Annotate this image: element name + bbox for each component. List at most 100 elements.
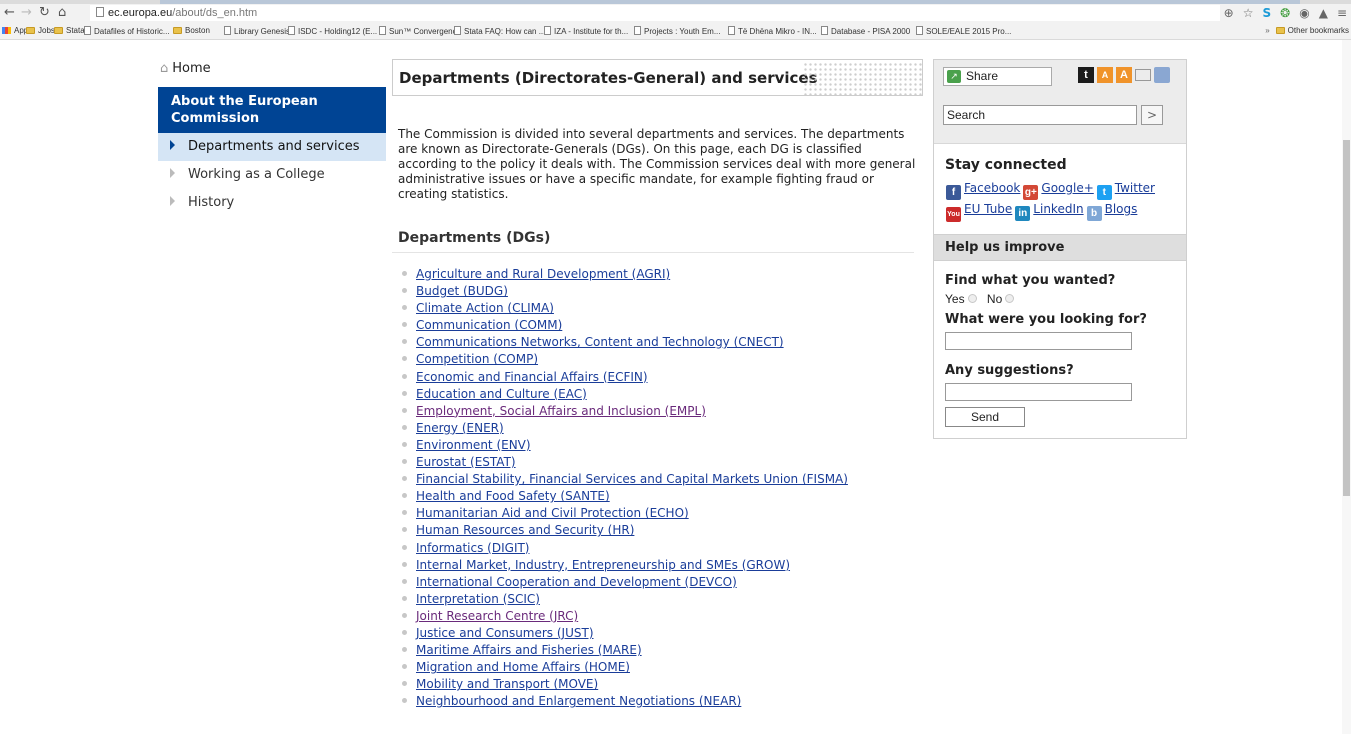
looking-for-field[interactable]	[945, 332, 1132, 350]
google-plus-icon[interactable]: g+	[1023, 185, 1039, 200]
bookmark-item[interactable]: Datafiles of Historic...	[84, 26, 170, 37]
decrease-font-icon[interactable]: A	[1097, 67, 1113, 83]
scrollbar[interactable]	[1342, 40, 1351, 734]
bookmark-item[interactable]: SOLE/EALE 2015 Pro...	[916, 26, 1011, 37]
list-item: Informatics (DIGIT)	[402, 540, 922, 557]
department-link[interactable]: Economic and Financial Affairs (ECFIN)	[416, 370, 648, 384]
department-link[interactable]: Communication (COMM)	[416, 318, 562, 332]
bookmark-item[interactable]: Stata	[54, 26, 85, 36]
bullet-icon	[402, 629, 407, 635]
social-link[interactable]: Facebook	[964, 181, 1020, 195]
bookmark-item[interactable]: Stata FAQ: How can ...	[454, 26, 545, 37]
bookmark-item[interactable]: Sun™ Convergence	[379, 26, 461, 37]
department-link[interactable]: Financial Stability, Financial Services …	[416, 472, 848, 486]
bullet-icon	[402, 288, 407, 294]
home-link[interactable]: ⌂ Home	[158, 56, 388, 82]
twitter-icon[interactable]: t	[1096, 185, 1112, 200]
list-item: Climate Action (CLIMA)	[402, 300, 922, 317]
department-link[interactable]: Agriculture and Rural Development (AGRI)	[416, 267, 670, 281]
blogs-icon[interactable]: b	[1086, 206, 1102, 221]
increase-font-icon[interactable]: A	[1116, 67, 1132, 83]
bookmark-item[interactable]: ISDC - Holding12 (E...	[288, 26, 377, 37]
social-link[interactable]: Blogs	[1105, 202, 1138, 216]
other-bookmarks[interactable]: » Other bookmarks	[1265, 26, 1349, 35]
department-link[interactable]: Climate Action (CLIMA)	[416, 301, 554, 315]
folder-icon	[173, 27, 182, 34]
scrollbar-thumb[interactable]	[1343, 140, 1350, 496]
department-link[interactable]: Eurostat (ESTAT)	[416, 455, 516, 469]
social-link[interactable]: LinkedIn	[1033, 202, 1083, 216]
department-link[interactable]: Justice and Consumers (JUST)	[416, 626, 594, 640]
department-link[interactable]: Maritime Affairs and Fisheries (MARE)	[416, 643, 642, 657]
social-link[interactable]: Twitter	[1115, 181, 1155, 195]
skype-extension-icon[interactable]: S	[1263, 6, 1272, 20]
nav-item[interactable]: Working as a College	[158, 161, 386, 189]
department-link[interactable]: Competition (COMP)	[416, 352, 538, 366]
forward-icon[interactable]: →	[21, 6, 32, 20]
back-icon[interactable]: ←	[4, 6, 15, 20]
linkedin-icon[interactable]: in	[1015, 206, 1031, 221]
department-link[interactable]: Human Resources and Security (HR)	[416, 523, 634, 537]
reload-icon[interactable]: ↻	[39, 6, 50, 20]
social-link[interactable]: Google+	[1041, 181, 1093, 195]
list-item: Financial Stability, Financial Services …	[402, 471, 922, 488]
list-item: Humanitarian Aid and Civil Protection (E…	[402, 505, 922, 522]
department-link[interactable]: Humanitarian Aid and Civil Protection (E…	[416, 506, 689, 520]
page-icon	[634, 26, 641, 35]
department-link[interactable]: Interpretation (SCIC)	[416, 592, 540, 606]
text-only-icon[interactable]: t	[1078, 67, 1094, 83]
address-bar[interactable]: ec.europa.eu/about/ds_en.htm	[90, 5, 1220, 21]
department-link[interactable]: International Cooperation and Developmen…	[416, 575, 737, 589]
department-link[interactable]: Joint Research Centre (JRC)	[416, 609, 578, 623]
search-submit-button[interactable]: >	[1141, 105, 1163, 125]
email-icon[interactable]	[1135, 69, 1151, 81]
bookmark-item[interactable]: Jobs	[26, 26, 55, 36]
extension-icon[interactable]: ▲	[1319, 6, 1328, 20]
list-item: Human Resources and Security (HR)	[402, 522, 922, 539]
list-item: Communications Networks, Content and Tec…	[402, 334, 922, 351]
home-icon[interactable]: ⌂	[58, 6, 66, 20]
section-heading[interactable]: About the European Commission	[158, 87, 386, 133]
bullet-icon	[402, 339, 407, 345]
department-link[interactable]: Employment, Social Affairs and Inclusion…	[416, 404, 706, 418]
list-item: Energy (ENER)	[402, 420, 922, 437]
zoom-icon[interactable]: ⊕	[1224, 6, 1234, 20]
bookmark-star-icon[interactable]: ☆	[1243, 6, 1254, 20]
no-radio[interactable]	[1005, 294, 1015, 303]
department-link[interactable]: Communications Networks, Content and Tec…	[416, 335, 784, 349]
nav-item[interactable]: History	[158, 189, 386, 217]
department-link[interactable]: Environment (ENV)	[416, 438, 531, 452]
department-link[interactable]: Education and Culture (EAC)	[416, 387, 587, 401]
print-icon[interactable]	[1154, 67, 1170, 83]
suggestions-field[interactable]	[945, 383, 1132, 401]
bookmark-item[interactable]: Të Dhëna Mikro - IN...	[728, 26, 817, 37]
department-link[interactable]: Migration and Home Affairs (HOME)	[416, 660, 630, 674]
department-link[interactable]: Internal Market, Industry, Entrepreneurs…	[416, 558, 790, 572]
department-link[interactable]: Mobility and Transport (MOVE)	[416, 677, 598, 691]
share-button[interactable]: ↗ Share	[943, 67, 1052, 86]
bookmark-item[interactable]: Database - PISA 2000	[821, 26, 910, 37]
department-link[interactable]: Neighbourhood and Enlargement Negotiatio…	[416, 694, 741, 708]
search-input[interactable]	[943, 105, 1137, 125]
social-link[interactable]: EU Tube	[964, 202, 1012, 216]
extension-icon[interactable]: ◉	[1299, 6, 1309, 20]
department-link[interactable]: Informatics (DIGIT)	[416, 541, 530, 555]
page-icon	[916, 26, 923, 35]
menu-icon[interactable]: ≡	[1337, 6, 1347, 20]
extension-icon[interactable]: ❂	[1280, 6, 1290, 20]
department-link[interactable]: Health and Food Safety (SANTE)	[416, 489, 610, 503]
bullet-icon	[402, 459, 407, 465]
nav-item[interactable]: Departments and services	[158, 133, 386, 161]
yes-radio[interactable]	[967, 294, 977, 303]
bookmark-item[interactable]: Projects : Youth Em...	[634, 26, 720, 37]
bullet-icon	[402, 510, 407, 516]
bookmark-item[interactable]: Library Genesis	[224, 26, 290, 37]
department-link[interactable]: Budget (BUDG)	[416, 284, 508, 298]
list-item: Eurostat (ESTAT)	[402, 454, 922, 471]
bookmark-item[interactable]: Boston	[173, 26, 210, 36]
facebook-icon[interactable]: f	[946, 185, 961, 200]
department-link[interactable]: Energy (ENER)	[416, 421, 504, 435]
bookmark-item[interactable]: IZA - Institute for th...	[544, 26, 628, 37]
send-button[interactable]: Send	[945, 407, 1025, 427]
youtube-icon[interactable]: You	[946, 207, 961, 222]
